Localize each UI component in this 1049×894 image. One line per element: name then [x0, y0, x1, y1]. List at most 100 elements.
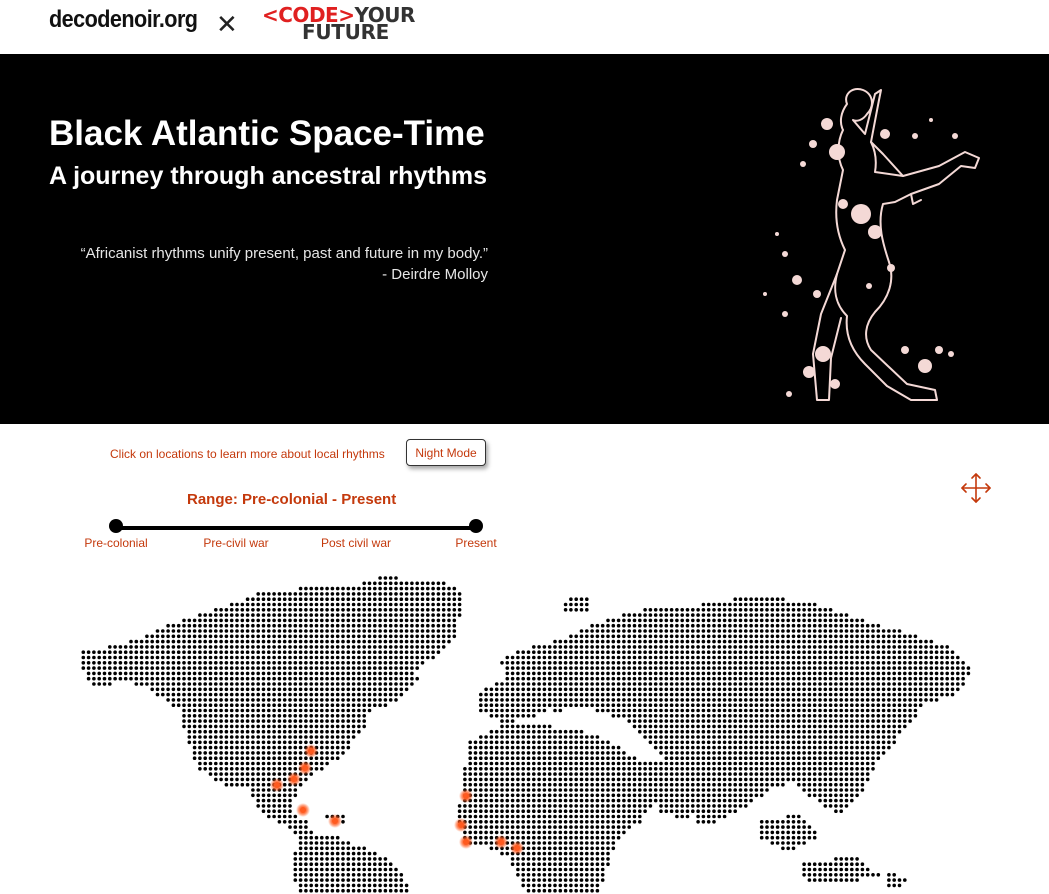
- map-dot: [224, 687, 229, 692]
- map-dot: [733, 804, 737, 808]
- map-dot: [759, 761, 764, 766]
- map-dot: [272, 634, 276, 639]
- map-dot: [600, 682, 605, 686]
- map-dot: [738, 788, 743, 792]
- world-dot-map[interactable]: [0, 560, 1049, 894]
- map-dot: [839, 777, 843, 782]
- map-dot: [569, 687, 573, 692]
- map-dot: [479, 820, 483, 824]
- map-dot: [373, 623, 377, 628]
- map-dot: [473, 814, 478, 819]
- map-dot: [505, 756, 510, 760]
- map-dot: [304, 703, 308, 707]
- map-dot: [744, 772, 748, 776]
- codeyourfuture-logo[interactable]: <CODE>YOUR FUTURE: [262, 5, 415, 42]
- tick-pre-civil-war[interactable]: Pre-civil war: [203, 536, 268, 550]
- map-dot: [532, 650, 536, 654]
- map-dot: [436, 634, 441, 639]
- map-dot: [282, 814, 287, 819]
- map-dot: [516, 761, 520, 766]
- map-dot: [759, 650, 764, 654]
- map-dot: [834, 809, 838, 813]
- map-dot: [664, 661, 669, 665]
- map-dot: [553, 841, 557, 845]
- map-dot: [256, 767, 261, 771]
- map-dot: [590, 666, 594, 670]
- move-icon[interactable]: [960, 472, 992, 504]
- map-dot: [807, 777, 812, 782]
- map-dot: [394, 698, 398, 702]
- map-dot: [807, 745, 812, 750]
- map-dot: [738, 756, 743, 760]
- map-dot: [516, 661, 520, 665]
- map-dot: [627, 676, 631, 681]
- map-dot: [367, 629, 372, 633]
- map-dot: [855, 793, 859, 798]
- map-dot: [956, 655, 960, 660]
- map-dot: [749, 798, 753, 803]
- map-dot: [871, 692, 875, 697]
- map-dot: [251, 751, 255, 755]
- map-dot: [521, 740, 525, 745]
- map-dot: [203, 661, 207, 665]
- map-dot: [240, 719, 245, 723]
- map-dot: [712, 735, 716, 739]
- map-dot: [320, 676, 324, 681]
- map-dot: [653, 623, 658, 628]
- map-dot: [547, 756, 552, 760]
- map-dot: [240, 692, 245, 697]
- map-dot: [797, 714, 801, 718]
- map-dot: [680, 772, 684, 776]
- map-dot: [691, 745, 695, 750]
- map-dot: [744, 735, 748, 739]
- map-dot: [351, 708, 356, 713]
- map-dot: [214, 639, 218, 644]
- map-dot: [653, 714, 658, 718]
- map-dot: [293, 714, 298, 718]
- map-dot: [304, 740, 308, 745]
- map-dot: [818, 671, 822, 676]
- tick-present[interactable]: Present: [455, 536, 496, 550]
- map-dot: [452, 623, 457, 628]
- map-dot: [357, 639, 361, 644]
- tick-pre-colonial[interactable]: Pre-colonial: [84, 536, 147, 550]
- map-dot: [781, 655, 785, 660]
- map-dot: [484, 756, 488, 760]
- map-dot: [404, 581, 409, 586]
- map-dot: [489, 777, 494, 782]
- map-dot: [770, 772, 775, 776]
- map-dot: [722, 777, 727, 782]
- map-dot: [722, 767, 727, 771]
- range-slider-end-handle[interactable]: [469, 519, 483, 533]
- map-dot: [378, 586, 382, 591]
- map-dot: [298, 751, 303, 755]
- night-mode-button[interactable]: Night Mode: [406, 439, 486, 466]
- site-brand[interactable]: decodenoir.org: [49, 6, 198, 34]
- map-dot: [632, 767, 637, 771]
- map-dot: [341, 613, 345, 617]
- map-dot: [860, 703, 865, 707]
- tick-post-civil-war[interactable]: Post civil war: [321, 536, 391, 550]
- map-dot: [765, 618, 769, 623]
- range-slider-start-handle[interactable]: [109, 519, 123, 533]
- map-dot: [887, 655, 891, 660]
- map-dot: [256, 655, 261, 660]
- map-dot: [706, 798, 711, 803]
- map-dot: [706, 719, 711, 723]
- map-dot: [563, 687, 568, 692]
- map-dot: [802, 820, 806, 824]
- map-dot: [669, 650, 674, 654]
- range-slider-track[interactable]: [116, 526, 476, 530]
- map-dot: [929, 655, 934, 660]
- map-dot: [505, 761, 510, 766]
- map-dot: [881, 629, 886, 633]
- map-dot: [351, 724, 356, 729]
- map-dot: [749, 756, 753, 760]
- map-dot: [807, 740, 812, 745]
- map-dot: [436, 645, 441, 649]
- map-dot: [839, 724, 843, 729]
- map-dot: [648, 629, 653, 633]
- map-dot: [532, 682, 536, 686]
- map-dot: [738, 724, 743, 729]
- map-dot: [738, 751, 743, 755]
